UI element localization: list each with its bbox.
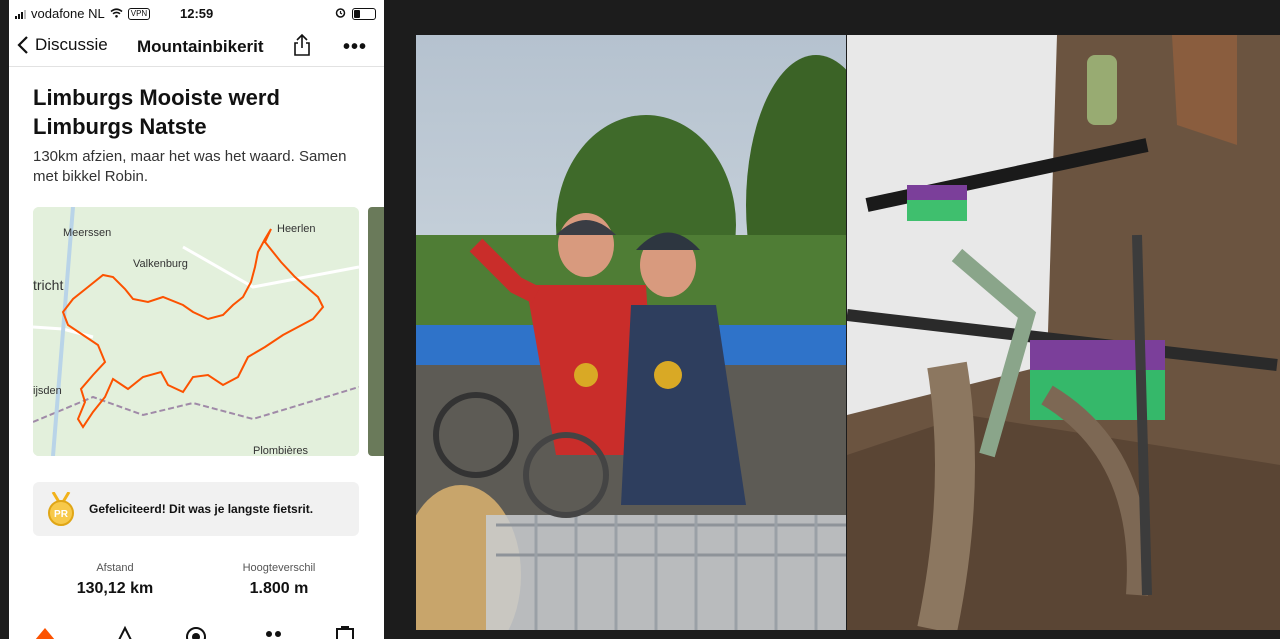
photo-riders[interactable] <box>416 35 846 630</box>
more-options-icon[interactable]: ••• <box>343 36 367 59</box>
phone-screen: vodafone NL VPN 12:59 Discussie Mountain… <box>9 0 384 639</box>
clipboard-icon[interactable] <box>335 624 355 639</box>
signal-icon <box>15 9 26 19</box>
achievement-banner: PR Gefeliciteerd! Dit was je langste fie… <box>33 482 359 536</box>
back-button[interactable]: Discussie <box>17 35 108 55</box>
alarm-icon <box>335 6 346 21</box>
back-label: Discussie <box>35 35 108 54</box>
record-icon[interactable] <box>185 624 207 639</box>
nav-bar: Discussie Mountainbikerit ••• <box>9 28 384 67</box>
stat-distance: Afstand 130,12 km <box>45 562 185 598</box>
activity-description: 130km afzien, maar het was het waard. Sa… <box>33 148 347 185</box>
map-label: ijsden <box>33 385 62 397</box>
stat-value: 130,12 km <box>76 580 154 597</box>
activity-title: Limburgs Mooiste werd Limburgs Natste <box>33 85 280 139</box>
chevron-left-icon <box>17 36 28 54</box>
wifi-icon <box>110 6 123 21</box>
map-label: Valkenburg <box>133 258 188 270</box>
media-carousel-peek[interactable] <box>368 207 384 456</box>
route-map[interactable]: Meerssen Heerlen Valkenburg tricht ijsde… <box>33 207 359 456</box>
stat-elevation: Hoogteverschil 1.800 m <box>209 562 349 598</box>
vpn-badge: VPN <box>127 7 151 20</box>
map-label: Plombières <box>253 445 309 456</box>
stat-label: Hoogteverschil <box>242 562 316 574</box>
clock: 12:59 <box>180 6 214 21</box>
tab-bar <box>9 622 384 639</box>
groups-icon[interactable] <box>263 624 285 639</box>
battery-icon <box>352 7 376 20</box>
map-label: Heerlen <box>277 223 316 235</box>
medal-badge-text: PR <box>54 509 69 520</box>
stat-label: Afstand <box>96 562 134 574</box>
medal-icon: PR <box>47 491 75 531</box>
routes-icon[interactable] <box>115 624 135 639</box>
nav-title: Mountainbikerit <box>137 37 264 56</box>
stat-value: 1.800 m <box>249 580 309 597</box>
carrier-label: vodafone NL <box>31 6 105 21</box>
status-bar: vodafone NL VPN 12:59 <box>9 0 384 28</box>
achievement-text: Gefeliciteerd! Dit was je langste fietsr… <box>89 502 314 516</box>
photo-muddy-bike[interactable] <box>847 35 1280 630</box>
map-label: tricht <box>33 277 64 293</box>
home-icon[interactable] <box>33 624 57 639</box>
share-icon[interactable] <box>293 33 311 62</box>
map-label: Meerssen <box>63 227 112 239</box>
